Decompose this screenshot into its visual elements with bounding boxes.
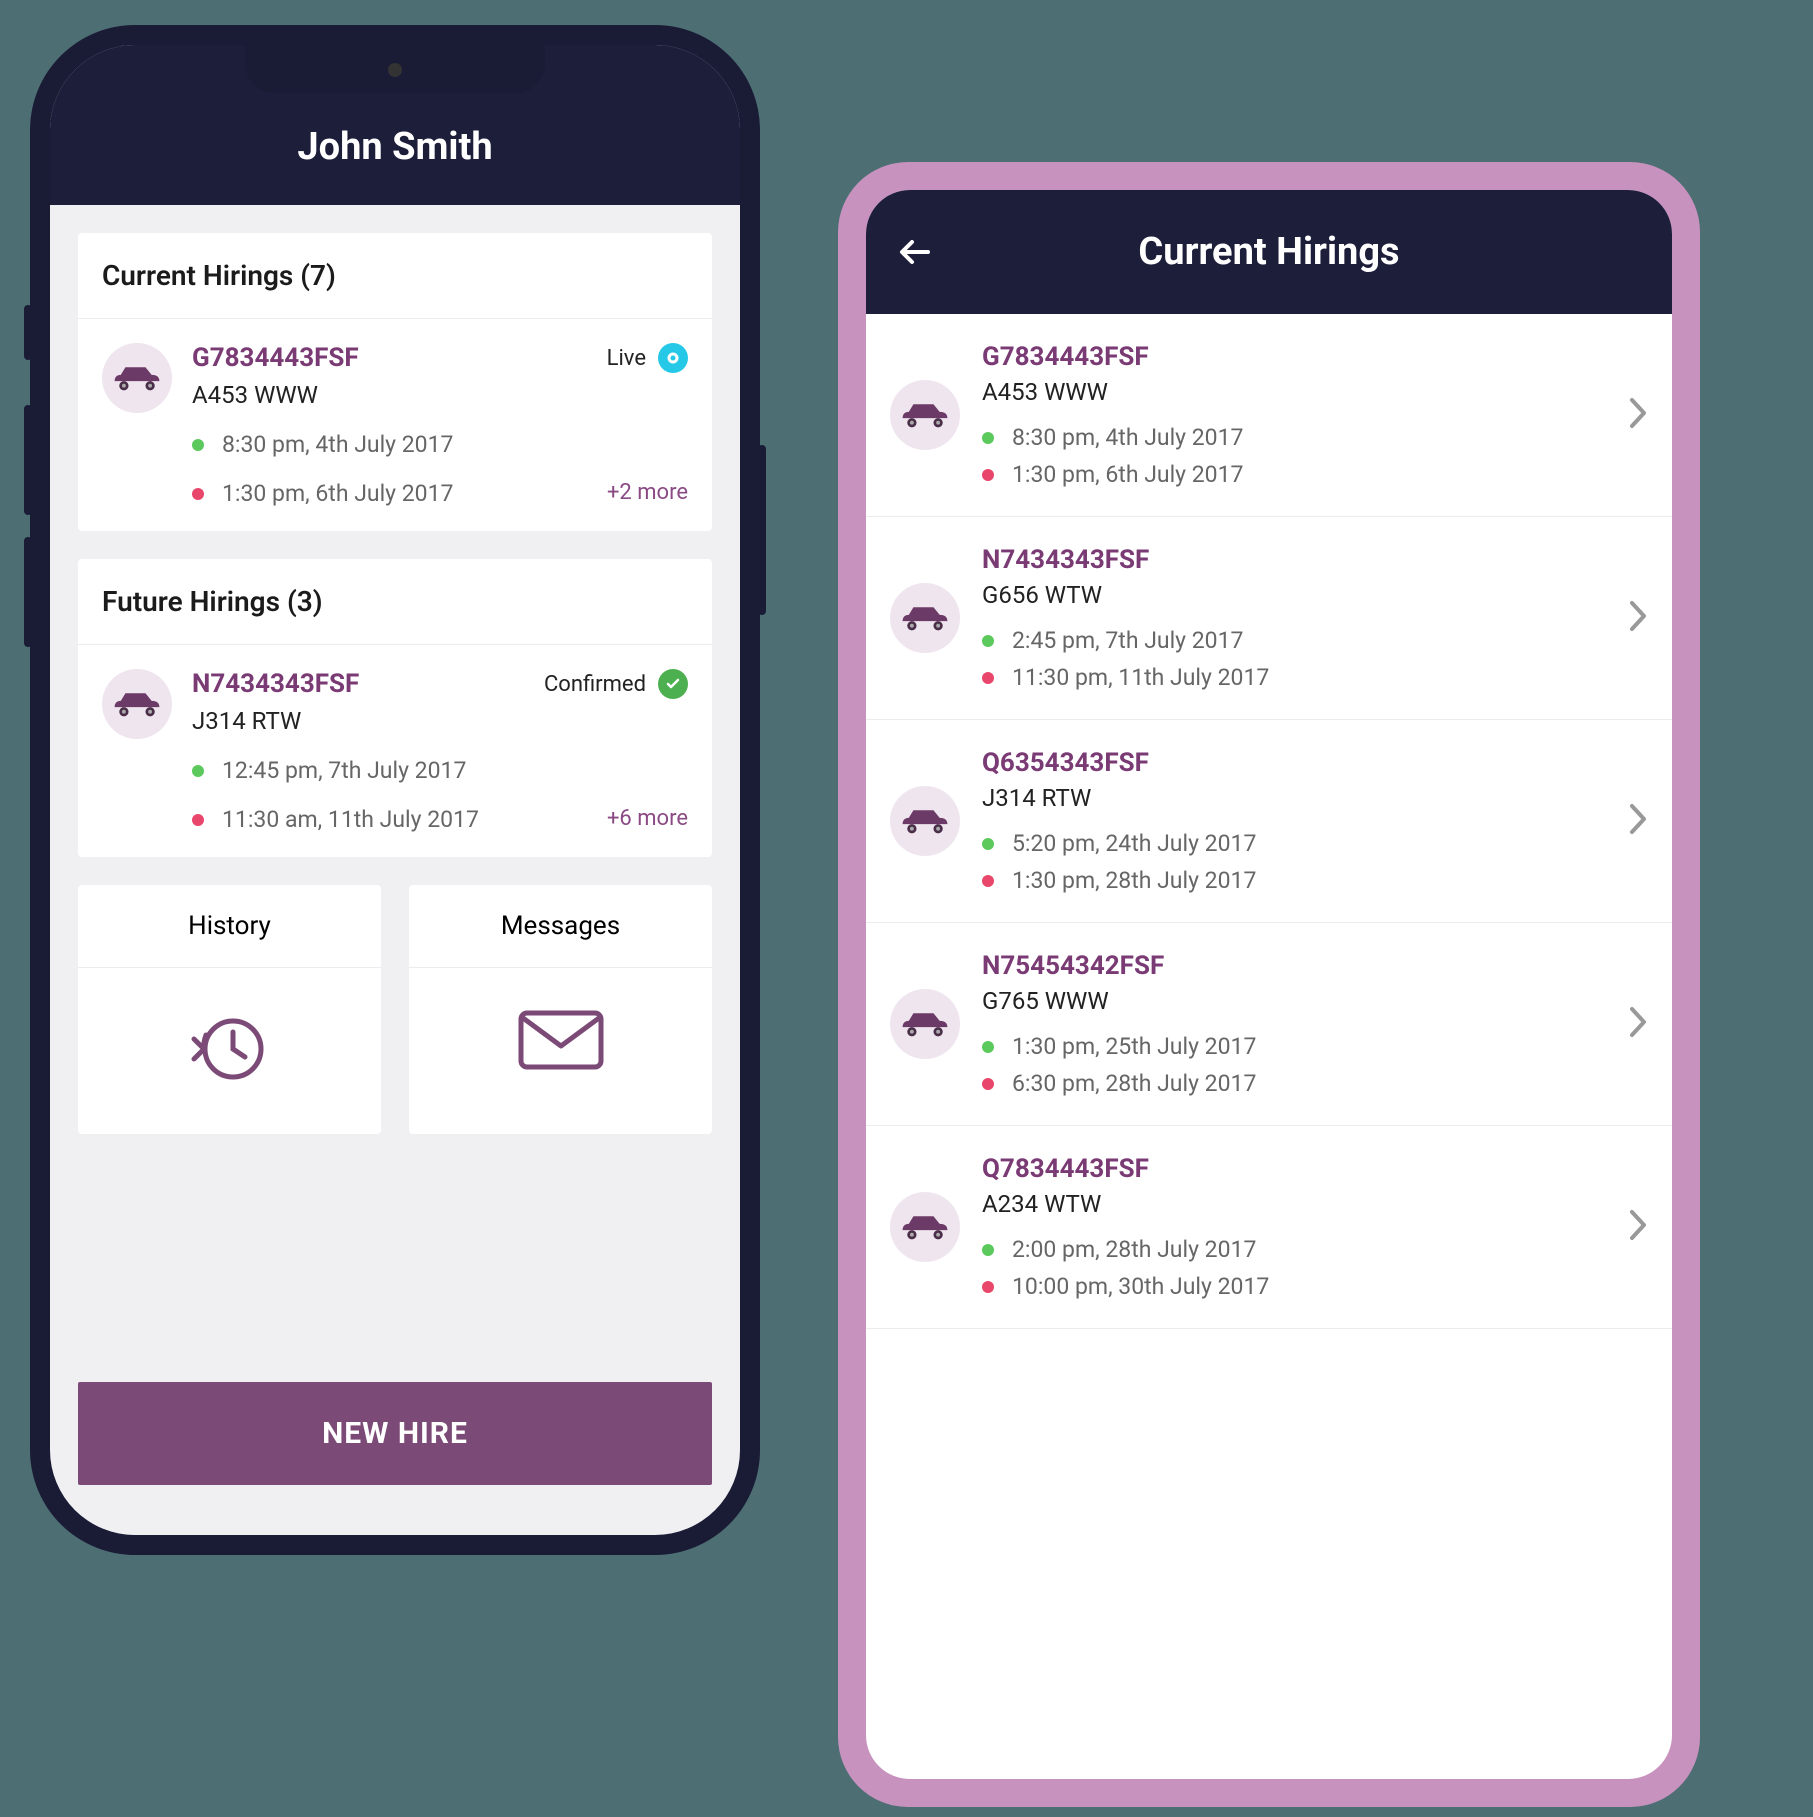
hirings-list: G7834443FSF A453 WWW 8:30 pm, 4th July 2… xyxy=(866,314,1672,1779)
list-item[interactable]: N7434343FSF G656 WTW 2:45 pm, 7th July 2… xyxy=(866,517,1672,720)
volume-down xyxy=(24,537,32,647)
volume-up xyxy=(24,405,32,515)
hiring-plate: J314 RTW xyxy=(192,707,688,735)
current-hirings-card: Current Hirings (7) G7834443FSF A453 WWW… xyxy=(78,233,712,531)
status-badge: Confirmed xyxy=(544,669,688,699)
mail-icon xyxy=(516,1008,606,1076)
chevron-right-icon xyxy=(1628,599,1648,637)
current-hiring-item[interactable]: G7834443FSF A453 WWW 8:30 pm, 4th July 2… xyxy=(78,319,712,531)
start-time: 8:30 pm, 4th July 2017 xyxy=(222,431,453,458)
phone-1-body: Current Hirings (7) G7834443FSF A453 WWW… xyxy=(50,205,740,1535)
list-item[interactable]: Q7834443FSF A234 WTW 2:00 pm, 28th July … xyxy=(866,1126,1672,1329)
end-time: 11:30 am, 11th July 2017 xyxy=(222,806,479,833)
end-dot-icon xyxy=(982,875,994,887)
car-icon xyxy=(890,583,960,653)
messages-label: Messages xyxy=(409,885,712,968)
list-item[interactable]: G7834443FSF A453 WWW 8:30 pm, 4th July 2… xyxy=(866,314,1672,517)
hiring-ref: Q6354343FSF xyxy=(982,748,1606,778)
end-dot-icon xyxy=(192,488,204,500)
future-hirings-title: Future Hirings (3) xyxy=(78,559,712,645)
more-link[interactable]: +2 more xyxy=(607,480,688,505)
end-time: 1:30 pm, 28th July 2017 xyxy=(1012,867,1256,894)
hiring-plate: A234 WTW xyxy=(982,1190,1606,1218)
list-item[interactable]: N75454342FSF G765 WWW 1:30 pm, 25th July… xyxy=(866,923,1672,1126)
current-hirings-title: Current Hirings (7) xyxy=(78,233,712,319)
end-dot-icon xyxy=(982,1078,994,1090)
more-link[interactable]: +6 more xyxy=(607,806,688,831)
start-time: 2:45 pm, 7th July 2017 xyxy=(1012,627,1243,654)
end-time: 6:30 pm, 28th July 2017 xyxy=(1012,1070,1256,1097)
hiring-plate: A453 WWW xyxy=(192,381,688,409)
messages-card[interactable]: Messages xyxy=(409,885,712,1134)
start-time: 2:00 pm, 28th July 2017 xyxy=(1012,1236,1256,1263)
hiring-ref: Q7834443FSF xyxy=(982,1154,1606,1184)
history-icon xyxy=(189,1008,271,1094)
car-icon xyxy=(102,343,172,413)
end-time: 10:00 pm, 30th July 2017 xyxy=(1012,1273,1269,1300)
status-label: Live xyxy=(607,346,646,371)
car-icon xyxy=(102,669,172,739)
hiring-plate: G765 WWW xyxy=(982,987,1606,1015)
phone-2-frame: Current Hirings G7834443FSF A453 WWW 8:3… xyxy=(838,162,1700,1807)
page-title: Current Hirings xyxy=(896,230,1642,274)
power-button xyxy=(758,445,766,615)
hiring-ref: G7834443FSF xyxy=(982,342,1606,372)
chevron-right-icon xyxy=(1628,1208,1648,1246)
end-time: 11:30 pm, 11th July 2017 xyxy=(1012,664,1269,691)
car-icon xyxy=(890,989,960,1059)
hiring-ref: N7434343FSF xyxy=(982,545,1606,575)
chevron-right-icon xyxy=(1628,1005,1648,1043)
chevron-right-icon xyxy=(1628,396,1648,434)
mute-switch xyxy=(24,305,32,360)
start-dot-icon xyxy=(982,1244,994,1256)
start-dot-icon xyxy=(982,1041,994,1053)
status-label: Confirmed xyxy=(544,672,646,697)
start-dot-icon xyxy=(982,838,994,850)
future-hiring-item[interactable]: N7434343FSF J314 RTW 12:45 pm, 7th July … xyxy=(78,645,712,857)
end-dot-icon xyxy=(982,1281,994,1293)
phone-1-screen: John Smith Current Hirings (7) G7834443F… xyxy=(50,45,740,1535)
start-time: 1:30 pm, 25th July 2017 xyxy=(1012,1033,1256,1060)
history-card[interactable]: History xyxy=(78,885,381,1134)
phone-notch xyxy=(245,45,545,93)
status-badge: Live xyxy=(607,343,688,373)
end-time: 1:30 pm, 6th July 2017 xyxy=(1012,461,1243,488)
live-icon xyxy=(658,343,688,373)
hiring-plate: G656 WTW xyxy=(982,581,1606,609)
list-item[interactable]: Q6354343FSF J314 RTW 5:20 pm, 24th July … xyxy=(866,720,1672,923)
car-icon xyxy=(890,380,960,450)
hiring-plate: J314 RTW xyxy=(982,784,1606,812)
start-dot-icon xyxy=(982,432,994,444)
end-dot-icon xyxy=(192,814,204,826)
car-icon xyxy=(890,786,960,856)
future-hirings-card: Future Hirings (3) N7434343FSF J314 RTW … xyxy=(78,559,712,857)
start-dot-icon xyxy=(192,439,204,451)
chevron-right-icon xyxy=(1628,802,1648,840)
confirmed-icon xyxy=(658,669,688,699)
end-dot-icon xyxy=(982,672,994,684)
start-dot-icon xyxy=(192,765,204,777)
action-grid: History Messages xyxy=(78,885,712,1134)
end-time: 1:30 pm, 6th July 2017 xyxy=(222,480,453,507)
start-time: 12:45 pm, 7th July 2017 xyxy=(222,757,466,784)
hiring-plate: A453 WWW xyxy=(982,378,1606,406)
hiring-ref: N75454342FSF xyxy=(982,951,1606,981)
phone-2-header: Current Hirings xyxy=(866,190,1672,314)
new-hire-button[interactable]: NEW HIRE xyxy=(78,1382,712,1485)
history-label: History xyxy=(78,885,381,968)
phone-1-frame: John Smith Current Hirings (7) G7834443F… xyxy=(30,25,760,1555)
start-time: 5:20 pm, 24th July 2017 xyxy=(1012,830,1256,857)
start-time: 8:30 pm, 4th July 2017 xyxy=(1012,424,1243,451)
end-dot-icon xyxy=(982,469,994,481)
car-icon xyxy=(890,1192,960,1262)
phone-2-screen: Current Hirings G7834443FSF A453 WWW 8:3… xyxy=(866,190,1672,1779)
start-dot-icon xyxy=(982,635,994,647)
